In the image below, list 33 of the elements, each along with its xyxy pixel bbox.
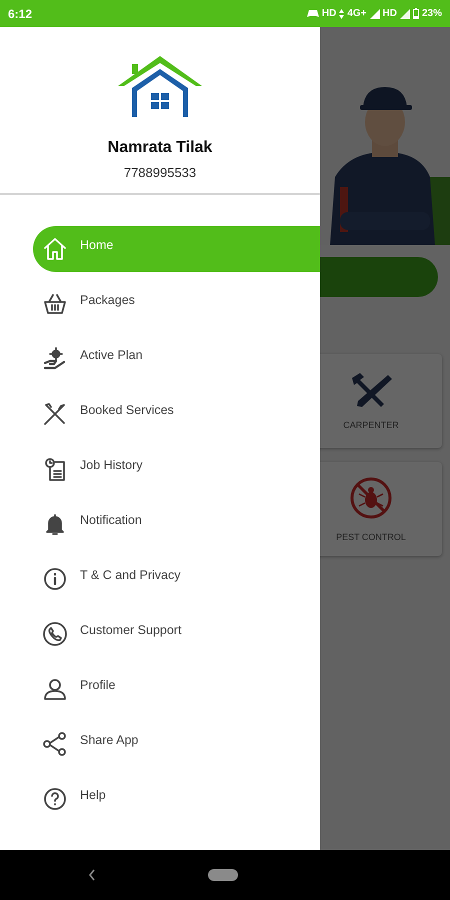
- status-time: 6:12: [8, 6, 32, 20]
- back-icon[interactable]: [88, 869, 96, 881]
- house-logo-icon: [116, 55, 204, 117]
- menu-item[interactable]: Profile: [33, 666, 320, 712]
- battery-icon: [412, 8, 419, 19]
- no-bug-icon: [349, 476, 393, 520]
- user-phone: 7788995533: [124, 165, 196, 180]
- home-button[interactable]: [208, 869, 238, 881]
- data-arrows-icon: [339, 8, 344, 18]
- network-label: 4G+: [347, 8, 367, 19]
- basket-icon: [42, 291, 68, 317]
- signal-icon: [370, 8, 380, 18]
- signal-icon: [400, 8, 410, 18]
- menu-item[interactable]: T & C and Privacy: [33, 556, 320, 602]
- service-label: CARPENTER: [343, 420, 399, 430]
- tools-icon: [42, 401, 68, 427]
- menu-item[interactable]: Customer Support: [33, 611, 320, 657]
- service-label: PEST CONTROL: [336, 532, 406, 542]
- home-icon: [42, 236, 68, 262]
- hand-gear-icon: [42, 346, 68, 372]
- info-icon: [42, 566, 68, 592]
- user-name: Namrata Tilak: [108, 139, 212, 157]
- network-label: HD: [382, 8, 397, 19]
- battery-level: 23%: [422, 8, 442, 19]
- network-label: HD: [322, 8, 336, 19]
- menu-item[interactable]: Packages: [33, 281, 320, 327]
- share-icon: [42, 731, 68, 757]
- phone-icon: [42, 621, 68, 647]
- help-icon: [42, 786, 68, 812]
- menu-item[interactable]: Share App: [33, 721, 320, 767]
- person-icon: [42, 676, 68, 702]
- menu-item[interactable]: Help: [33, 776, 320, 822]
- clipboard-clock-icon: [42, 456, 68, 482]
